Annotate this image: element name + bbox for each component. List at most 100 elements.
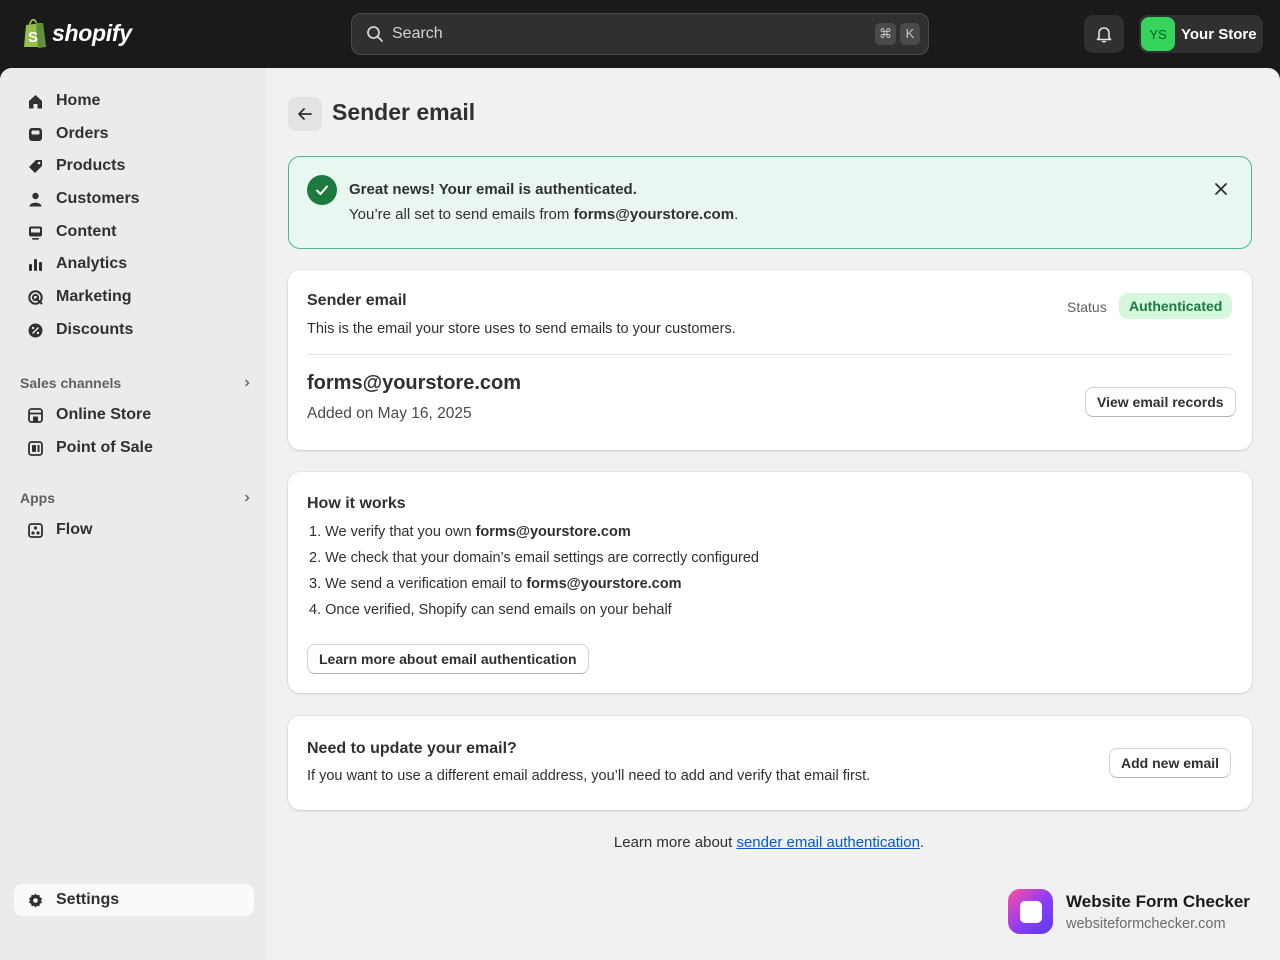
sidebar-item-label: Flow: [56, 521, 93, 538]
step-text: We verify that you own: [325, 524, 476, 540]
home-icon: [26, 92, 44, 110]
sidebar-item-home[interactable]: Home: [14, 85, 254, 117]
orders-icon: [26, 125, 44, 143]
sidebar-item-analytics[interactable]: Analytics: [14, 248, 254, 280]
step-number: 3.: [309, 576, 322, 592]
gear-icon: [26, 891, 44, 909]
view-email-records-button[interactable]: View email records: [1085, 387, 1236, 417]
sales-channels-header[interactable]: Sales channels: [20, 375, 252, 391]
sidebar-item-label: Settings: [56, 891, 120, 908]
banner-text-prefix: You’re all set to send emails from: [349, 206, 574, 223]
chevron-right-icon: [245, 494, 250, 502]
sidebar-item-orders[interactable]: Orders: [14, 118, 254, 150]
bell-icon: [1096, 27, 1112, 43]
card-heading: Sender email: [307, 292, 407, 309]
card-description: This is the email your store uses to sen…: [307, 321, 736, 337]
back-button[interactable]: [288, 97, 322, 131]
sales-channels-label: Sales channels: [20, 375, 122, 391]
flow-icon: [26, 521, 44, 539]
app-shell: Home Orders Products Customers Content A…: [0, 68, 1280, 960]
website-form-checker-logo: [1008, 889, 1053, 934]
sidebar-item-label: Content: [56, 223, 117, 240]
status-badge: Authenticated: [1119, 293, 1233, 319]
store-avatar: YS: [1141, 17, 1175, 51]
sidebar-item-label: Point of Sale: [56, 439, 153, 456]
watermark-url: websiteformchecker.com: [1066, 915, 1226, 932]
sidebar-item-label: Analytics: [56, 255, 128, 272]
command-key: ⌘: [875, 23, 896, 45]
check-circle-icon: [307, 175, 337, 205]
chevron-right-icon: [245, 379, 250, 387]
step-text: Once verified, Shopify can send emails o…: [325, 602, 672, 618]
sender-auth-link[interactable]: sender email authentication: [736, 834, 919, 851]
list-item: 3. We send a verification email to forms…: [309, 575, 759, 601]
success-banner: Great news! Your email is authenticated.…: [288, 156, 1252, 249]
watermark: Website Form Checker websiteformchecker.…: [1008, 889, 1250, 934]
sender-email-card: Sender email This is the email your stor…: [288, 270, 1252, 450]
page-title: Sender email: [332, 99, 476, 125]
card-description: If you want to use a different email add…: [307, 768, 871, 784]
banner-heading: Great news! Your email is authenticated.: [349, 181, 637, 198]
person-icon: [26, 190, 44, 208]
sidebar-item-marketing[interactable]: Marketing: [14, 281, 254, 313]
add-new-email-button[interactable]: Add new email: [1109, 748, 1232, 778]
step-number: 4.: [309, 602, 322, 618]
sidebar-item-label: Orders: [56, 125, 109, 142]
search-placeholder: Search: [392, 25, 443, 42]
banner-text-suffix: .: [734, 206, 739, 223]
sidebar-item-point-of-sale[interactable]: Point of Sale: [14, 432, 254, 464]
watermark-name: Website Form Checker: [1066, 891, 1250, 911]
learn-more-auth-button[interactable]: Learn more about email authentication: [307, 644, 589, 674]
sidebar-item-products[interactable]: Products: [14, 150, 254, 182]
step-number: 2.: [309, 550, 322, 566]
sidebar-item-customers[interactable]: Customers: [14, 183, 254, 215]
target-icon: [26, 288, 44, 306]
steps-list: 1. We verify that you own forms@yourstor…: [309, 523, 759, 627]
list-item: 4. Once verified, Shopify can send email…: [309, 601, 759, 627]
footer-help-text: Learn more about sender email authentica…: [288, 834, 1194, 851]
sidebar-item-online-store[interactable]: Online Store: [14, 399, 254, 431]
sidebar-item-label: Marketing: [56, 288, 132, 305]
content-icon: [26, 223, 44, 241]
step-text: We send a verification email to: [325, 576, 527, 592]
sidebar-item-label: Products: [56, 157, 126, 174]
how-it-works-card: How it works 1. We verify that you own f…: [288, 472, 1252, 693]
sidebar-item-settings[interactable]: Settings: [14, 884, 254, 916]
divider: [307, 354, 1231, 355]
sidebar-item-content[interactable]: Content: [14, 216, 254, 248]
list-item: 2. We check that your domain’s email set…: [309, 549, 759, 575]
footer-suffix: .: [919, 834, 925, 851]
notifications-button[interactable]: [1084, 15, 1124, 53]
banner-text: You’re all set to send emails from forms…: [349, 206, 738, 223]
card-heading: How it works: [307, 495, 406, 512]
k-key: K: [900, 23, 920, 45]
discount-icon: [26, 321, 44, 339]
logo-wordmark: shopify: [52, 19, 132, 46]
dismiss-banner-button[interactable]: [1211, 179, 1231, 199]
top-bar: S shopify Search ⌘ K YS Your Store: [0, 0, 1280, 68]
sender-email-address: forms@yourstore.com: [307, 372, 521, 394]
tag-icon: [26, 157, 44, 175]
apps-header[interactable]: Apps: [20, 490, 252, 506]
sidebar-item-label: Home: [56, 92, 101, 109]
storefront-icon: [26, 406, 44, 424]
sidebar-item-discounts[interactable]: Discounts: [14, 314, 254, 346]
step-email: forms@yourstore.com: [526, 576, 682, 592]
store-name: Your Store: [1181, 25, 1257, 43]
update-email-card: Need to update your email? If you want t…: [288, 716, 1252, 810]
card-heading: Need to update your email?: [307, 740, 517, 757]
sidebar-item-flow[interactable]: Flow: [14, 514, 254, 546]
added-date: Added on May 16, 2025: [307, 405, 472, 422]
search-shortcut: ⌘ K: [875, 23, 920, 45]
store-menu-button[interactable]: YS Your Store: [1139, 15, 1263, 53]
sidebar-item-label: Discounts: [56, 321, 134, 338]
svg-text:S: S: [28, 29, 38, 46]
sidebar: Home Orders Products Customers Content A…: [0, 68, 266, 960]
search-icon: [367, 26, 383, 42]
search-bar[interactable]: Search ⌘ K: [351, 13, 929, 55]
list-item: 1. We verify that you own forms@yourstor…: [309, 523, 759, 549]
step-email: forms@yourstore.com: [475, 524, 631, 540]
shopify-logo[interactable]: S shopify: [22, 17, 132, 49]
sidebar-item-label: Customers: [56, 190, 140, 207]
close-icon: [1215, 183, 1227, 195]
